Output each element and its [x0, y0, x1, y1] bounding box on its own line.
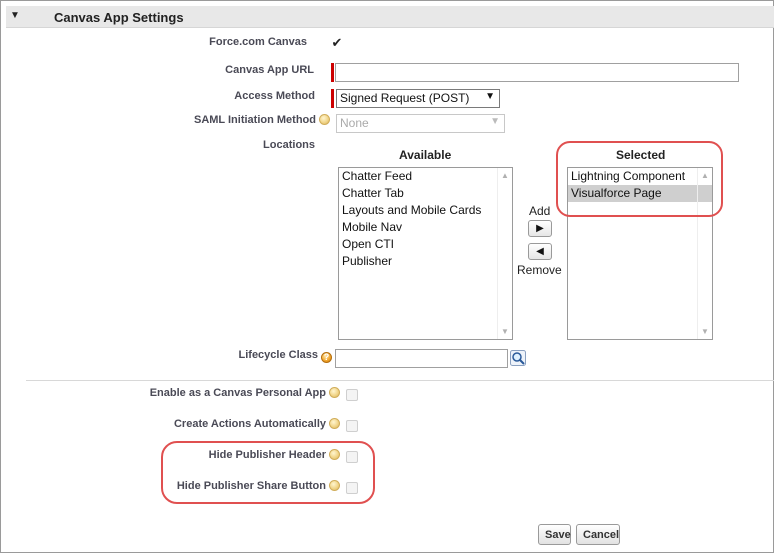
add-arrow-button[interactable]: ▶: [528, 220, 552, 237]
scroll-down-icon[interactable]: ▼: [501, 327, 509, 336]
help-icon[interactable]: [319, 114, 330, 125]
available-listbox[interactable]: Chatter Feed Chatter Tab Layouts and Mobil…: [338, 167, 513, 340]
personal-app-label-row: Enable as a Canvas Personal App: [100, 387, 340, 399]
cancel-button[interactable]: Cancel: [576, 524, 620, 545]
list-item[interactable]: Mobile Nav: [339, 219, 512, 236]
list-item[interactable]: Chatter Feed: [339, 168, 512, 185]
create-actions-label-row: Create Actions Automatically: [100, 418, 340, 430]
saml-label-row: SAML Initiation Method: [150, 114, 330, 126]
lifecycle-label: Lifecycle Class: [238, 349, 319, 361]
divider: [26, 380, 774, 381]
force-canvas-label: Force.com Canvas: [209, 36, 307, 48]
list-item[interactable]: Publisher: [339, 253, 512, 270]
lifecycle-input[interactable]: [335, 349, 508, 368]
scrollbar[interactable]: ▲ ▼: [497, 168, 512, 339]
scroll-up-icon[interactable]: ▲: [501, 171, 509, 180]
arrow-right-icon: ▶: [536, 223, 544, 234]
highlight-publisher-annotation: [161, 441, 375, 504]
add-label: Add: [529, 204, 551, 218]
remove-arrow-button[interactable]: ◀: [528, 243, 552, 260]
access-method-select[interactable]: Signed Request (POST) ▼: [336, 89, 500, 108]
help-icon[interactable]: [329, 418, 340, 429]
collapse-triangle-icon[interactable]: ▼: [10, 10, 20, 21]
dropdown-arrow-icon: ▼: [485, 91, 495, 102]
lifecycle-label-row: Lifecycle Class?: [150, 349, 332, 363]
personal-app-label: Enable as a Canvas Personal App: [149, 387, 326, 399]
save-button[interactable]: Save: [538, 524, 571, 545]
list-item[interactable]: Open CTI: [339, 236, 512, 253]
highlight-selected-annotation: [556, 141, 723, 217]
create-actions-checkbox[interactable]: [346, 420, 358, 432]
locations-label: Locations: [263, 139, 315, 151]
help-icon[interactable]: ?: [321, 352, 332, 363]
help-icon[interactable]: [329, 387, 340, 398]
canvas-url-label: Canvas App URL: [225, 64, 314, 76]
section-header[interactable]: ▼ Canvas App Settings: [6, 6, 774, 28]
required-indicator: [331, 63, 334, 82]
required-indicator: [331, 89, 334, 108]
saml-value: None: [340, 116, 369, 130]
list-item[interactable]: Layouts and Mobile Cards: [339, 202, 512, 219]
force-canvas-checkbox[interactable]: ✔: [331, 36, 343, 50]
remove-label: Remove: [517, 263, 562, 277]
arrow-left-icon: ◀: [536, 246, 544, 257]
saml-label: SAML Initiation Method: [193, 114, 316, 126]
section-title: Canvas App Settings: [54, 10, 184, 25]
access-method-label: Access Method: [234, 90, 315, 102]
access-method-value: Signed Request (POST): [340, 91, 470, 105]
dropdown-arrow-icon: ▼: [490, 116, 500, 127]
personal-app-checkbox[interactable]: [346, 389, 358, 401]
scroll-down-icon[interactable]: ▼: [701, 327, 709, 336]
available-header: Available: [399, 148, 452, 162]
lookup-icon[interactable]: [510, 350, 526, 366]
create-actions-label: Create Actions Automatically: [173, 418, 326, 430]
list-item[interactable]: Chatter Tab: [339, 185, 512, 202]
canvas-url-input[interactable]: [335, 63, 739, 82]
saml-select[interactable]: None ▼: [336, 114, 505, 133]
